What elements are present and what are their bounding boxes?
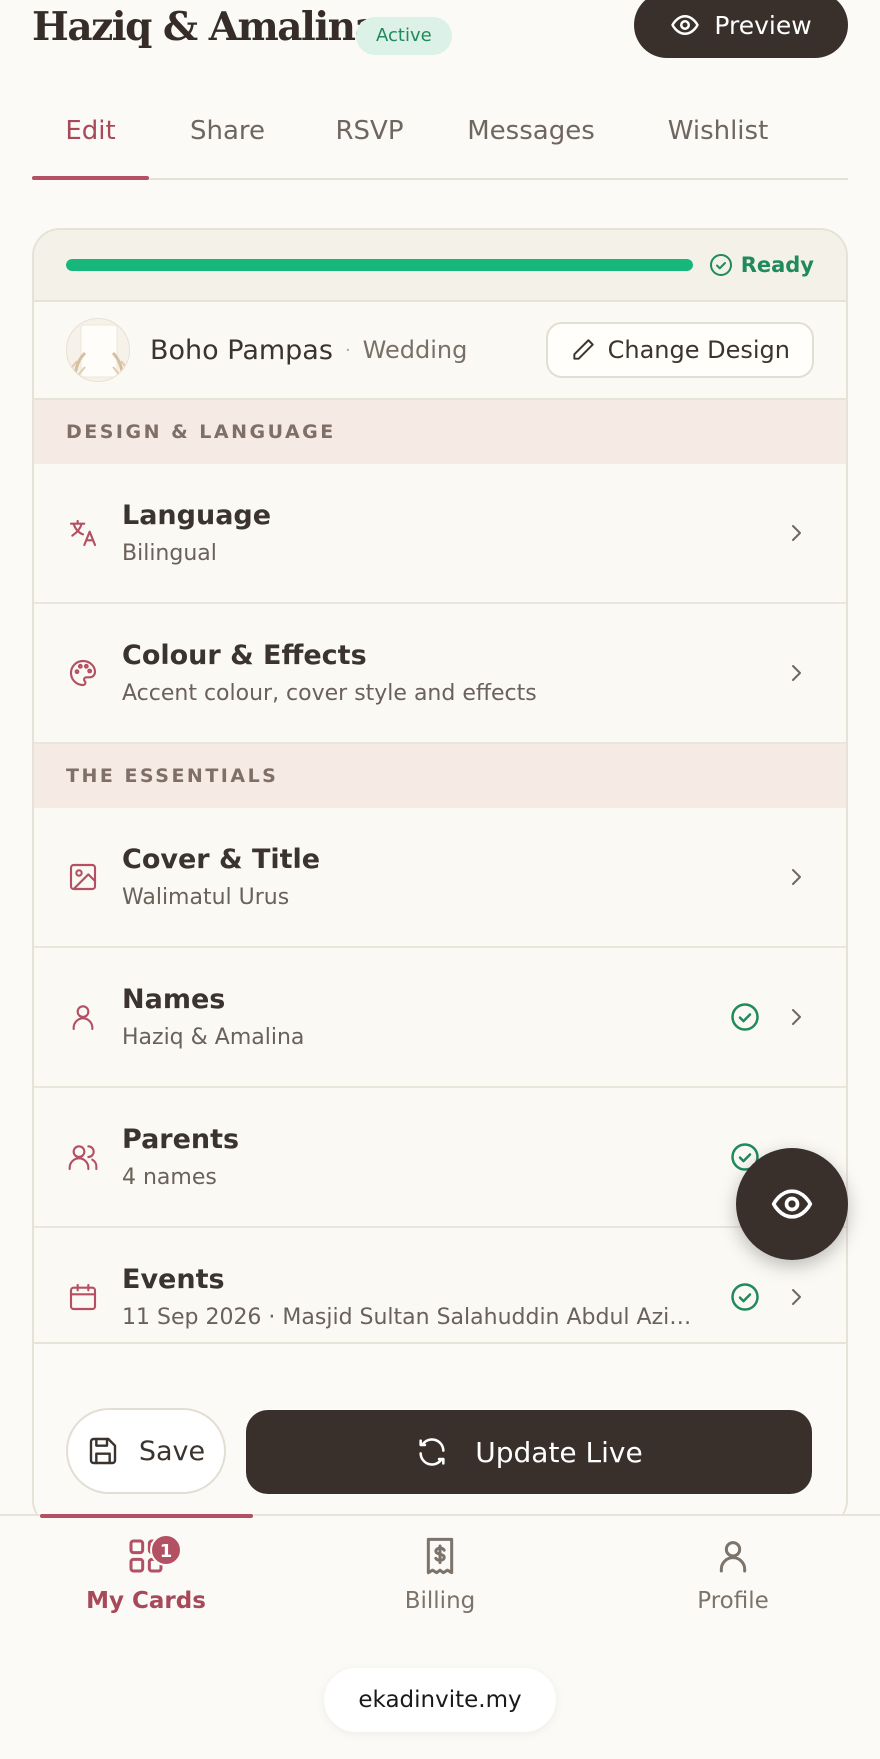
image-icon: [66, 860, 100, 894]
palette-icon: [66, 656, 100, 690]
pencil-icon: [572, 339, 594, 360]
status-badge: Active: [356, 17, 452, 55]
page-header: Haziq & Amalina Active Preview: [32, 0, 848, 70]
tab-rsvp[interactable]: RSVP: [306, 90, 433, 178]
active-nav-indicator: [40, 1514, 253, 1518]
user-icon: [66, 1000, 100, 1034]
users-icon: [66, 1140, 100, 1174]
nav-label: Profile: [697, 1588, 769, 1614]
floating-preview-button[interactable]: [736, 1148, 848, 1260]
settings-item-names[interactable]: Names Haziq & Amalina: [34, 948, 846, 1088]
settings-item-parents[interactable]: Parents 4 names: [34, 1088, 846, 1228]
progress-bar: [66, 259, 693, 271]
tab-wishlist[interactable]: Wishlist: [629, 90, 807, 178]
item-subtitle: Bilingual: [122, 541, 217, 566]
nav-label: My Cards: [86, 1588, 206, 1614]
design-thumbnail: [66, 318, 130, 382]
item-subtitle: Haziq & Amalina: [122, 1025, 305, 1050]
tab-bar: Edit Share RSVP Messages Wishlist: [32, 90, 848, 180]
eye-icon: [771, 1189, 813, 1219]
item-title: Names: [122, 984, 226, 1015]
chevron-right-icon: [792, 665, 801, 681]
preview-button[interactable]: Preview: [634, 0, 848, 58]
calendar-icon: [66, 1280, 100, 1314]
page-title: Haziq & Amalina: [32, 4, 380, 50]
settings-item-language[interactable]: Language Bilingual: [34, 464, 846, 604]
domain-url-pill[interactable]: ekadinvite.my: [324, 1668, 556, 1732]
nav-item-profile[interactable]: Profile: [633, 1536, 833, 1614]
design-type: Wedding: [362, 336, 468, 364]
tab-share[interactable]: Share: [149, 90, 306, 178]
item-title: Events: [122, 1264, 225, 1295]
check-circle-icon: [731, 1003, 759, 1031]
design-row: Boho Pampas · Wedding Change Design: [34, 302, 846, 400]
save-label: Save: [138, 1435, 206, 1467]
receipt-icon: [426, 1537, 454, 1575]
item-title: Language: [122, 500, 272, 531]
update-live-label: Update Live: [475, 1435, 643, 1469]
update-live-button[interactable]: Update Live: [246, 1410, 812, 1494]
nav-item-my-cards[interactable]: My Cards: [46, 1536, 246, 1614]
nav-item-billing[interactable]: Billing: [340, 1536, 540, 1614]
change-design-button[interactable]: Change Design: [545, 322, 814, 378]
change-design-label: Change Design: [607, 336, 790, 364]
notification-badge: 1: [150, 1534, 182, 1566]
item-subtitle: Walimatul Urus: [122, 885, 290, 910]
progress-fill: [66, 259, 693, 271]
item-title: Colour & Effects: [122, 640, 367, 671]
settings-item-colour-effects[interactable]: Colour & Effects Accent colour, cover st…: [34, 604, 846, 744]
item-subtitle: Accent colour, cover style and effects: [122, 681, 537, 706]
item-title: Cover & Title: [122, 844, 321, 875]
item-subtitle: 4 names: [122, 1165, 217, 1190]
profile-icon: [719, 1541, 747, 1573]
chevron-right-icon: [792, 525, 801, 541]
check-circle-icon: [709, 254, 732, 276]
ready-label: Ready: [740, 253, 814, 277]
tab-messages[interactable]: Messages: [433, 90, 629, 178]
chevron-right-icon: [792, 869, 801, 885]
check-circle-icon: [731, 1283, 759, 1311]
design-name: Boho Pampas: [150, 334, 333, 366]
item-title: Parents: [122, 1124, 240, 1155]
chevron-right-icon: [792, 1289, 801, 1305]
refresh-icon: [419, 1438, 445, 1466]
chevron-right-icon: [792, 1009, 801, 1025]
separator-dot: ·: [344, 339, 351, 361]
preview-label: Preview: [714, 10, 812, 40]
eye-icon: [671, 15, 700, 35]
ready-status: Ready: [709, 253, 814, 277]
section-heading-design-language: DESIGN & LANGUAGE: [34, 400, 846, 464]
progress-row: Ready: [34, 230, 846, 302]
item-subtitle: 11 Sep 2026 · Masjid Sultan Salahuddin A…: [122, 1305, 702, 1330]
translate-icon: [66, 516, 100, 550]
nav-label: Billing: [404, 1588, 476, 1614]
settings-item-cover-title[interactable]: Cover & Title Walimatul Urus: [34, 808, 846, 948]
section-heading-essentials: THE ESSENTIALS: [34, 744, 846, 808]
action-bar: Save Update Live: [34, 1342, 846, 1526]
tab-edit[interactable]: Edit: [32, 90, 149, 180]
save-button[interactable]: Save: [66, 1408, 226, 1494]
bottom-nav: My Cards 1 Billing Profile: [0, 1514, 880, 1664]
save-icon: [89, 1437, 117, 1465]
editor-card: Ready Boho Pampas · Wedding Change Desig…: [32, 228, 848, 1528]
